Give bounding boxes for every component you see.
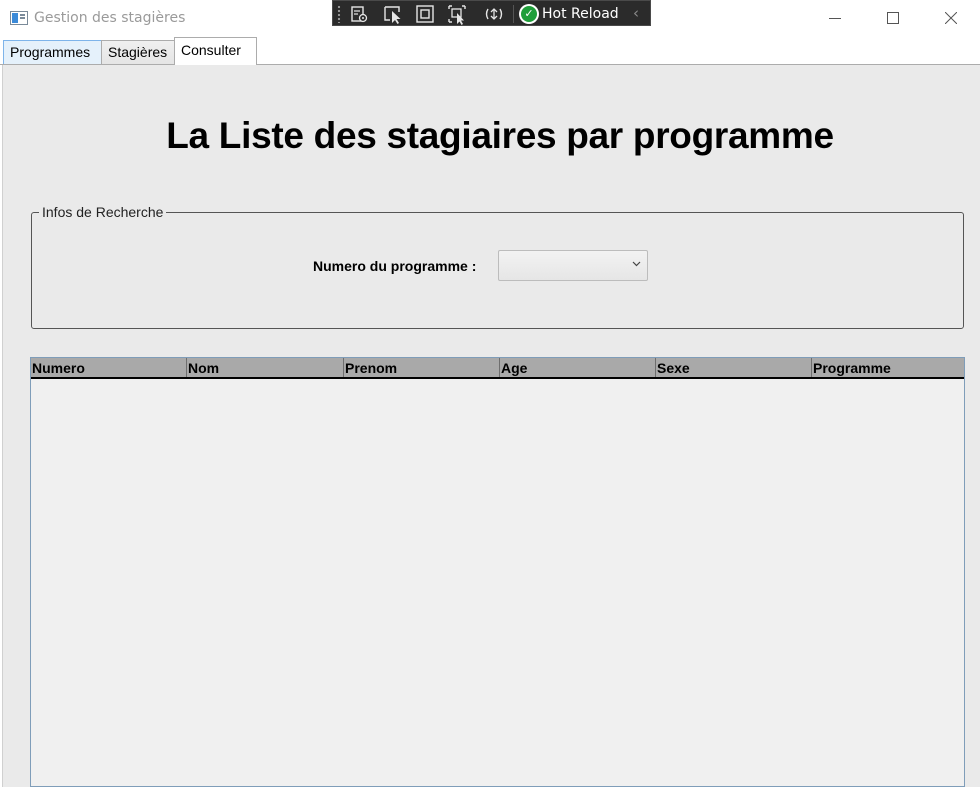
tab-stagieres-label: Stagières — [108, 44, 168, 60]
column-header-programme[interactable]: Programme — [812, 358, 964, 377]
tab-strip: Programmes Stagières Consulter — [0, 37, 980, 66]
xaml-dev-toolbar: ✓ Hot Reload ‹ — [332, 0, 651, 26]
window-title: Gestion des stagières — [34, 10, 186, 26]
hot-reload-button[interactable]: ✓ Hot Reload — [519, 2, 619, 26]
grid-header-row: Numero Nom Prenom Age Sexe Programme — [31, 358, 964, 379]
toolbar-grip-icon[interactable] — [337, 5, 341, 23]
app-window-icon — [10, 11, 28, 25]
search-groupbox: Infos de Recherche Numero du programme : — [31, 204, 964, 329]
select-element-icon[interactable] — [382, 3, 404, 25]
page-title: La Liste des stagiaires par programme — [166, 115, 834, 156]
tab-consulter[interactable]: Consulter — [174, 37, 257, 65]
stagiaires-datagrid[interactable]: Numero Nom Prenom Age Sexe Programme — [30, 357, 965, 787]
maximize-button[interactable] — [864, 0, 922, 36]
live-visual-tree-icon[interactable] — [348, 3, 370, 25]
column-header-numero[interactable]: Numero — [31, 358, 187, 377]
app-window: Gestion des stagières ✓ Hot Reload ‹ Pro… — [0, 0, 980, 787]
minimize-icon — [829, 18, 841, 19]
close-icon — [945, 12, 957, 24]
toolbar-separator — [513, 5, 514, 23]
display-layout-adorners-icon[interactable] — [414, 3, 436, 25]
checkmark-icon: ✓ — [519, 4, 539, 24]
program-number-combobox[interactable] — [498, 250, 648, 281]
chevron-down-icon — [632, 261, 641, 267]
binding-failures-icon[interactable] — [483, 3, 505, 25]
title-bar[interactable]: Gestion des stagières ✓ Hot Reload ‹ — [0, 0, 980, 36]
track-focus-icon[interactable] — [446, 3, 468, 25]
column-header-prenom[interactable]: Prenom — [344, 358, 500, 377]
maximize-icon — [887, 12, 899, 24]
program-number-label: Numero du programme : — [313, 258, 477, 274]
close-button[interactable] — [922, 0, 980, 36]
column-header-age[interactable]: Age — [500, 358, 656, 377]
minimize-button[interactable] — [806, 0, 864, 36]
tab-consulter-label: Consulter — [181, 42, 241, 58]
hot-reload-label: Hot Reload — [542, 6, 619, 22]
column-header-nom[interactable]: Nom — [187, 358, 344, 377]
chevron-left-icon[interactable]: ‹ — [633, 4, 639, 22]
column-header-sexe[interactable]: Sexe — [656, 358, 812, 377]
tab-content-consulter: La Liste des stagiaires par programme In… — [2, 65, 980, 787]
tab-stagieres[interactable]: Stagières — [101, 40, 175, 64]
tab-programmes[interactable]: Programmes — [3, 40, 102, 64]
search-group-title: Infos de Recherche — [39, 204, 167, 220]
tab-programmes-label: Programmes — [10, 44, 91, 60]
